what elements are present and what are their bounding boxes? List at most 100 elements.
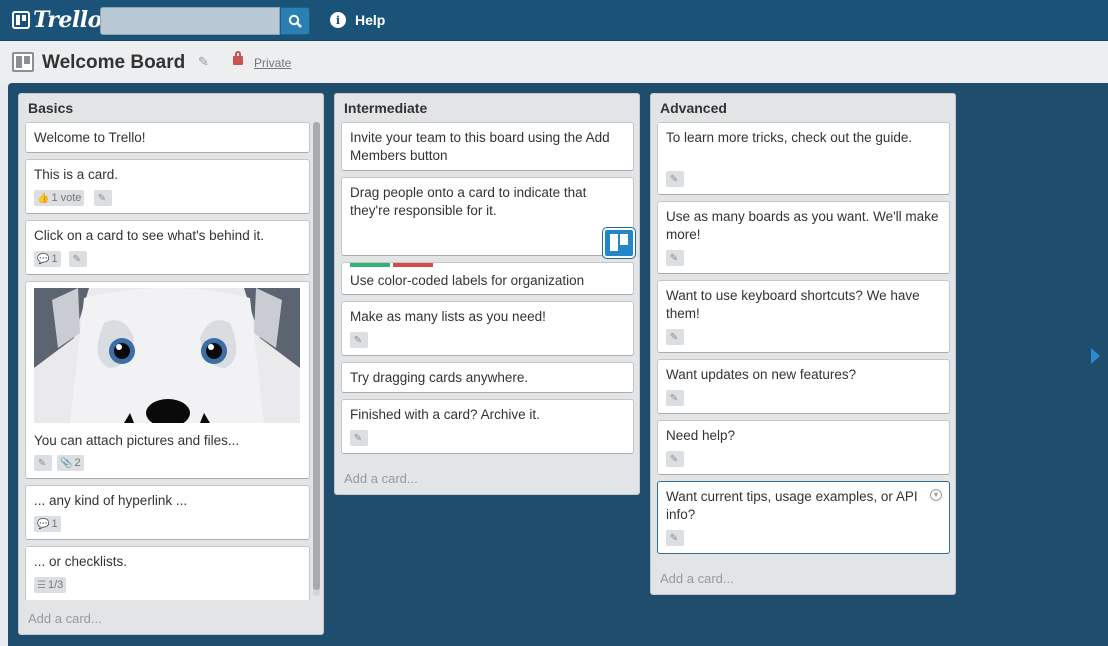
card-title: Want current tips, usage examples, or AP… [666,489,918,522]
card-title: Need help? [666,428,736,443]
edit-card-button[interactable]: ✎ [350,430,368,446]
card[interactable]: ... any kind of hyperlink ... 💬 1 [25,485,310,540]
paperclip-icon: 📎 [60,457,73,469]
card[interactable]: Finished with a card? Archive it. ✎ [341,399,634,454]
pencil-icon: ✎ [97,192,107,204]
card[interactable]: Use as many boards as you want. We'll ma… [657,201,950,274]
pencil-icon: ✎ [37,457,47,469]
pencil-icon: ✎ [353,432,363,444]
pencil-icon: ✎ [669,252,679,264]
card-title: Drag people onto a card to indicate that… [350,185,587,218]
comment-badge: 💬 1 [34,516,61,532]
search-icon [288,14,302,28]
pencil-icon[interactable]: ✎ [198,54,209,70]
card-title: Use color-coded labels for organization [350,273,585,288]
card[interactable]: Welcome to Trello! [25,122,310,153]
card[interactable]: Want current tips, usage examples, or AP… [657,481,950,554]
checklist-badge: ☰ 1/3 [34,577,67,593]
card[interactable]: This is a card. 👍 1 vote ✎ [25,159,310,214]
board-title[interactable]: Welcome Board [42,52,185,74]
search-button[interactable] [280,7,310,35]
card[interactable]: Try dragging cards anywhere. [341,362,634,393]
card-title: Want updates on new features? [666,367,857,382]
attachment-badge: 📎 2 [57,455,84,471]
card-title: You can attach pictures and files... [34,433,240,448]
card[interactable]: Use color-coded labels for organization [341,262,634,295]
list-title[interactable]: Intermediate [344,100,427,116]
scroll-right-arrow-icon[interactable] [1091,348,1100,364]
trello-sticker-icon [603,228,635,258]
edit-card-button[interactable]: ✎ [34,455,52,471]
label-green[interactable] [350,263,390,267]
top-bar: Trello i Help [0,0,1108,41]
card-title: To learn more tricks, check out the guid… [666,130,913,145]
edit-card-button[interactable]: ✎ [666,250,684,266]
husky-image [34,288,300,423]
pencil-icon: ✎ [669,392,679,404]
add-card-link[interactable]: Add a card... [660,571,734,586]
edit-card-button[interactable]: ✎ [666,390,684,406]
thumbs-up-icon: 👍 [37,192,50,204]
trello-logo-icon [12,11,30,29]
card-title: This is a card. [34,167,119,182]
card[interactable]: Want updates on new features? ✎ [657,359,950,414]
lock-icon [233,51,243,65]
pencil-icon: ✎ [669,331,679,343]
list-intermediate: Intermediate Invite your team to this bo… [334,93,640,495]
edit-card-button[interactable]: ✎ [666,530,684,546]
list-title[interactable]: Advanced [660,100,727,116]
help-label: Help [355,12,386,28]
info-icon: i [330,12,346,28]
edit-card-button[interactable]: ✎ [666,171,684,187]
list-advanced: Advanced To learn more tricks, check out… [650,93,956,595]
trello-logo[interactable]: Trello [12,7,102,33]
pencil-icon: ✎ [353,334,363,346]
card[interactable]: To learn more tricks, check out the guid… [657,122,950,195]
board-header: Welcome Board ✎ Private [0,41,1108,83]
help-link[interactable]: i Help [330,12,385,28]
card[interactable]: Drag people onto a card to indicate that… [341,177,635,258]
scrollbar-thumb[interactable] [313,122,320,590]
card[interactable]: ... or checklists. ☰ 1/3 [25,546,310,600]
label-red[interactable] [393,263,433,267]
edit-card-button[interactable]: ✎ [666,329,684,345]
comment-icon: 💬 [37,518,50,530]
card-menu-icon[interactable]: ▼ [930,489,942,501]
card[interactable]: Click on a card to see what's behind it.… [25,220,310,275]
add-card-link[interactable]: Add a card... [28,611,102,626]
card-title: Try dragging cards anywhere. [350,370,529,385]
pencil-icon: ✎ [72,253,82,265]
privacy-link[interactable]: Private [254,56,291,70]
board-canvas: Basics Welcome to Trello! This is a card… [8,83,1108,646]
edit-card-button[interactable]: ✎ [350,332,368,348]
card-title: ... any kind of hyperlink ... [34,493,188,508]
edit-card-button[interactable]: ✎ [666,451,684,467]
edit-card-button[interactable]: ✎ [69,251,87,267]
card-title: Want to use keyboard shortcuts? We have … [666,288,920,321]
card-title: Welcome to Trello! [34,130,146,145]
logo-text: Trello [33,7,102,33]
card-title: Click on a card to see what's behind it. [34,228,264,243]
board-icon [12,52,34,72]
list-title[interactable]: Basics [28,100,73,116]
comment-icon: 💬 [37,253,50,265]
checklist-icon: ☰ [37,579,46,591]
comment-badge: 💬 1 [34,251,61,267]
card[interactable]: You can attach pictures and files... ✎ 📎… [25,281,310,479]
card[interactable]: Invite your team to this board using the… [341,122,634,171]
card-title: Invite your team to this board using the… [350,130,610,163]
card-title: ... or checklists. [34,554,128,569]
vote-badge: 👍 1 vote [34,190,85,206]
pencil-icon: ✎ [669,532,679,544]
card[interactable]: Make as many lists as you need! ✎ [341,301,634,356]
card[interactable]: Need help? ✎ [657,420,950,475]
add-card-link[interactable]: Add a card... [344,471,418,486]
edit-card-button[interactable]: ✎ [94,190,112,206]
card-title: Make as many lists as you need! [350,309,546,324]
card[interactable]: Want to use keyboard shortcuts? We have … [657,280,950,353]
card-title: Use as many boards as you want. We'll ma… [666,209,939,242]
list-basics: Basics Welcome to Trello! This is a card… [18,93,324,635]
pencil-icon: ✎ [669,173,679,185]
search-input[interactable] [100,7,280,35]
card-title: Finished with a card? Archive it. [350,407,540,422]
